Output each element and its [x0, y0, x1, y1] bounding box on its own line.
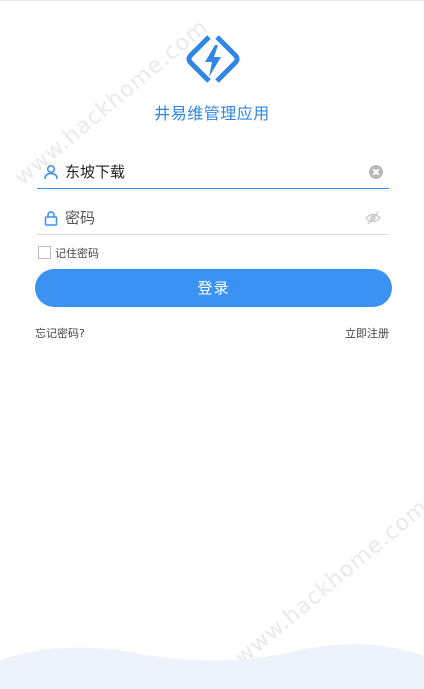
- eye-hidden-icon[interactable]: [365, 211, 381, 225]
- top-divider: [0, 0, 424, 1]
- lock-icon: [44, 211, 58, 226]
- forgot-password-link[interactable]: 忘记密码?: [35, 325, 85, 341]
- username-value[interactable]: 东坡下载: [65, 162, 125, 182]
- login-button[interactable]: 登录: [35, 269, 392, 307]
- clear-icon[interactable]: [369, 165, 383, 179]
- remember-checkbox[interactable]: [38, 246, 51, 259]
- password-field[interactable]: 密码: [37, 202, 389, 235]
- register-link[interactable]: 立即注册: [345, 325, 389, 341]
- app-title: 井易维管理应用: [154, 104, 270, 123]
- remember-label: 记住密码: [55, 247, 99, 260]
- password-placeholder[interactable]: 密码: [65, 208, 95, 228]
- bottom-wave: [0, 644, 424, 689]
- username-field[interactable]: 东坡下载: [37, 156, 389, 189]
